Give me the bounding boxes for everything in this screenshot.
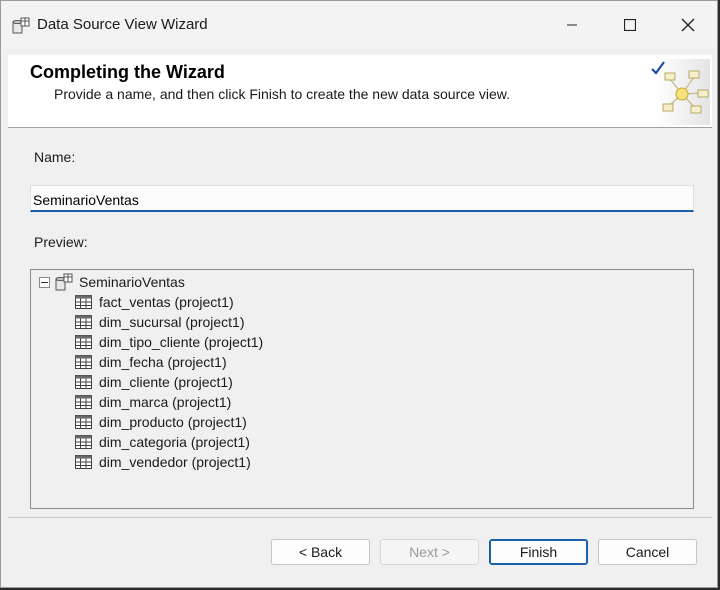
name-label: Name: [34, 149, 76, 165]
table-icon [75, 435, 92, 449]
tree-item-label: dim_categoria (project1) [99, 434, 250, 450]
data-source-view-icon [12, 17, 30, 34]
cancel-button[interactable]: Cancel [598, 539, 697, 565]
tree-item[interactable]: dim_categoria (project1) [75, 432, 250, 452]
title-bar[interactable]: Data Source View Wizard [1, 1, 717, 49]
table-icon [75, 375, 92, 389]
close-icon [681, 18, 695, 32]
table-icon [75, 355, 92, 369]
window-title: Data Source View Wizard [37, 16, 208, 33]
table-icon [75, 455, 92, 469]
table-icon [75, 335, 92, 349]
tree-root-label: SeminarioVentas [79, 274, 185, 290]
wizard-header: Completing the Wizard Provide a name, an… [8, 55, 712, 128]
name-input[interactable] [30, 185, 694, 212]
maximize-button[interactable] [601, 1, 659, 49]
tree-item-label: dim_tipo_cliente (project1) [99, 334, 264, 350]
tree-item[interactable]: dim_cliente (project1) [75, 372, 233, 392]
preview-tree[interactable]: SeminarioVentas fact_ventas (project1) d… [30, 269, 694, 509]
tree-root-node[interactable]: SeminarioVentas [39, 272, 185, 292]
next-button[interactable]: Next > [380, 539, 479, 565]
page-title: Completing the Wizard [30, 62, 225, 82]
minimize-button[interactable] [543, 1, 601, 49]
footer-divider [8, 517, 712, 518]
tree-item-label: dim_cliente (project1) [99, 374, 233, 390]
tree-item-label: dim_marca (project1) [99, 394, 232, 410]
tree-item[interactable]: fact_ventas (project1) [75, 292, 234, 312]
tree-item[interactable]: dim_producto (project1) [75, 412, 247, 432]
table-icon [75, 395, 92, 409]
tree-item[interactable]: dim_tipo_cliente (project1) [75, 332, 263, 352]
back-button[interactable]: < Back [271, 539, 370, 565]
collapse-toggle[interactable] [39, 276, 50, 288]
tree-item[interactable]: dim_sucursal (project1) [75, 312, 245, 332]
preview-label: Preview: [34, 234, 88, 250]
minimize-icon [567, 24, 577, 26]
table-icon [75, 415, 92, 429]
data-source-view-icon [55, 273, 73, 291]
maximize-icon [624, 19, 636, 31]
wizard-graphic-icon [651, 59, 710, 125]
finish-button[interactable]: Finish [489, 539, 588, 565]
tree-item[interactable]: dim_marca (project1) [75, 392, 231, 412]
close-button[interactable] [659, 1, 717, 49]
wizard-window: Data Source View Wizard Completing the W… [0, 0, 718, 588]
tree-item[interactable]: dim_fecha (project1) [75, 352, 227, 372]
table-icon [75, 295, 92, 309]
tree-item-label: dim_sucursal (project1) [99, 314, 245, 330]
tree-item[interactable]: dim_vendedor (project1) [75, 452, 251, 472]
tree-item-label: dim_fecha (project1) [99, 354, 227, 370]
tree-item-label: fact_ventas (project1) [99, 294, 234, 310]
tree-item-label: dim_producto (project1) [99, 414, 247, 430]
tree-item-label: dim_vendedor (project1) [99, 454, 251, 470]
page-subtitle: Provide a name, and then click Finish to… [54, 86, 511, 102]
table-icon [75, 315, 92, 329]
